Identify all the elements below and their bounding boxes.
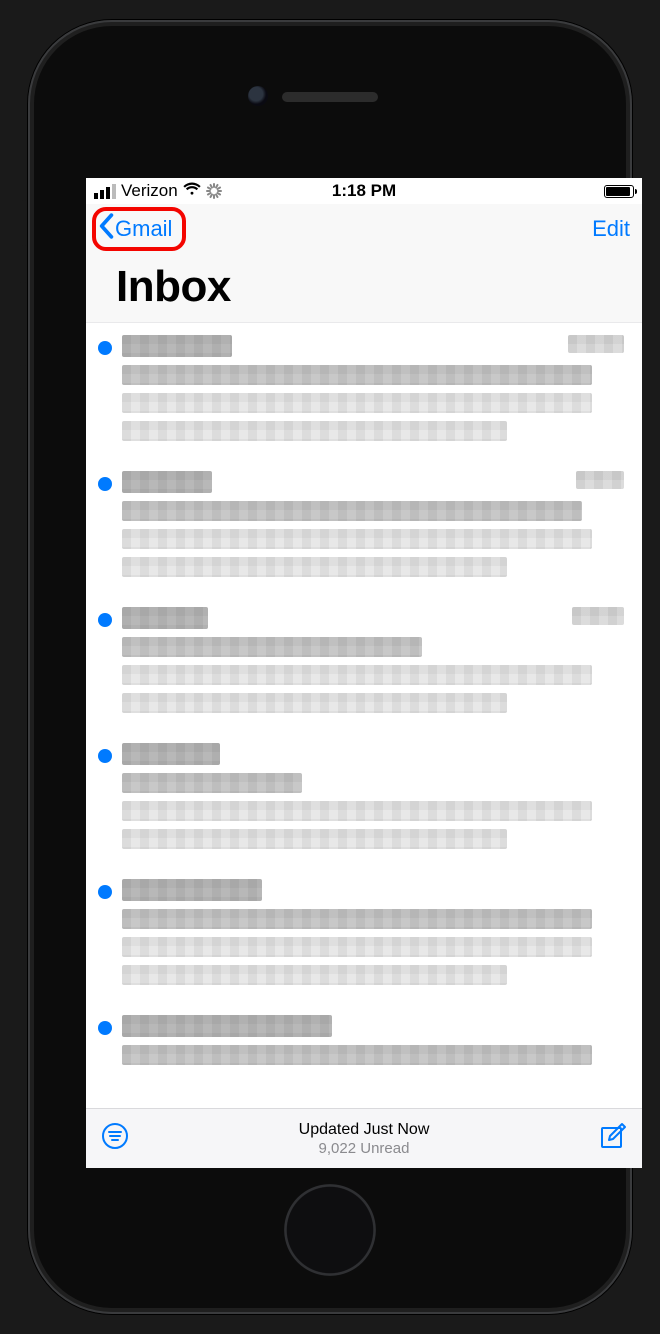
sender-redacted (122, 471, 212, 493)
unread-dot-icon (98, 885, 112, 899)
unread-dot-icon (98, 749, 112, 763)
subject-redacted (122, 1045, 592, 1065)
subject-redacted (122, 637, 422, 657)
subject-redacted (122, 501, 582, 521)
filter-button[interactable] (100, 1121, 130, 1156)
time-redacted (576, 471, 624, 489)
loading-spinner-icon (206, 183, 222, 199)
unread-count-label: 9,022 Unread (299, 1140, 430, 1157)
status-bar-time: 1:18 PM (332, 181, 396, 201)
sync-status-label: Updated Just Now (299, 1121, 430, 1139)
preview-redacted (122, 529, 592, 549)
sender-redacted (122, 335, 232, 357)
status-bar: Verizon 1:18 PM (86, 178, 642, 204)
home-button[interactable] (284, 1184, 376, 1276)
message-row[interactable] (86, 459, 642, 595)
unread-dot-icon (98, 477, 112, 491)
sender-redacted (122, 879, 262, 901)
preview-redacted (122, 393, 592, 413)
message-row[interactable] (86, 731, 642, 867)
back-button[interactable]: Gmail (92, 207, 186, 251)
message-row[interactable] (86, 595, 642, 731)
unread-dot-icon (98, 613, 112, 627)
phone-frame: Verizon 1:18 PM (28, 20, 632, 1314)
battery-icon (604, 185, 634, 198)
status-bar-right (604, 185, 634, 198)
status-bar-left: Verizon (94, 181, 222, 201)
sender-redacted (122, 1015, 332, 1037)
time-redacted (572, 607, 624, 625)
chevron-left-icon (98, 213, 114, 245)
message-body (122, 471, 624, 595)
preview-redacted (122, 829, 507, 849)
message-row[interactable] (86, 867, 642, 1003)
preview-redacted (122, 665, 592, 685)
screen: Verizon 1:18 PM (86, 178, 642, 1168)
subject-redacted (122, 773, 302, 793)
volume-down-button[interactable] (18, 388, 28, 472)
front-camera (248, 86, 268, 106)
mute-switch[interactable] (20, 200, 28, 246)
carrier-label: Verizon (121, 181, 178, 201)
earpiece (282, 92, 378, 102)
sender-redacted (122, 607, 208, 629)
compose-button[interactable] (598, 1121, 628, 1156)
cell-signal-icon (94, 184, 116, 199)
toolbar-status: Updated Just Now 9,022 Unread (299, 1121, 430, 1157)
message-body (122, 879, 624, 1003)
message-body (122, 743, 624, 867)
volume-up-button[interactable] (18, 282, 28, 366)
preview-redacted (122, 693, 507, 713)
preview-redacted (122, 965, 507, 985)
nav-bar: Gmail Edit (86, 204, 642, 254)
unread-dot-icon (98, 341, 112, 355)
sender-redacted (122, 743, 220, 765)
preview-redacted (122, 801, 592, 821)
unread-dot-icon (98, 1021, 112, 1035)
message-row[interactable] (86, 323, 642, 459)
message-body (122, 607, 624, 731)
preview-redacted (122, 557, 507, 577)
message-list[interactable] (86, 323, 642, 1139)
back-button-label: Gmail (115, 216, 172, 242)
edit-button[interactable]: Edit (592, 216, 630, 242)
preview-redacted (122, 937, 592, 957)
wifi-icon (183, 181, 201, 201)
subject-redacted (122, 909, 592, 929)
time-redacted (568, 335, 624, 353)
preview-redacted (122, 421, 507, 441)
message-body (122, 335, 624, 459)
toolbar: Updated Just Now 9,022 Unread (86, 1108, 642, 1168)
page-title: Inbox (86, 254, 642, 323)
subject-redacted (122, 365, 592, 385)
phone-bezel: Verizon 1:18 PM (34, 26, 626, 1308)
